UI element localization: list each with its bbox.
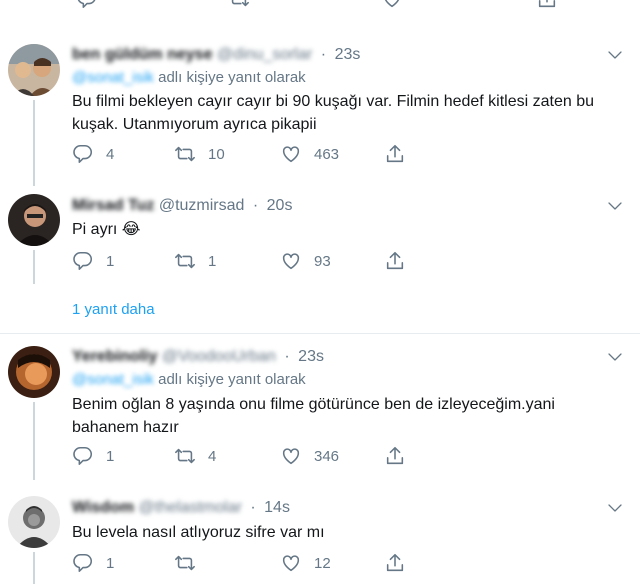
retweet-button[interactable] [174,552,208,574]
thread-line [33,100,35,186]
avatar[interactable] [8,44,60,96]
timestamp[interactable]: 20s [267,197,293,214]
retweet-icon [175,448,195,464]
tweet-header: Mirsad Tuz @tuzmirsad · 20s [72,197,293,214]
reply-icon [73,251,93,271]
retweet-button[interactable]: 4 [174,445,216,467]
retweet-count: 10 [208,145,225,163]
share-icon [386,446,404,465]
like-count: 12 [314,554,331,572]
reply-context: @sonat_isik adlı kişiye yanıt olarak [72,69,306,86]
tweet-header: ben güldüm neyse @dinu_sorlar · 23s [72,46,361,63]
reply-button[interactable]: 1 [72,552,114,574]
timestamp[interactable]: 23s [335,46,361,63]
like-icon [282,448,300,465]
retweet-icon[interactable] [228,0,250,15]
timestamp[interactable]: 14s [264,499,290,516]
author-name[interactable]: ben güldüm neyse [72,46,212,63]
share-button[interactable] [384,552,406,574]
like-button[interactable]: 93 [280,250,331,272]
retweet-count: 1 [208,252,217,270]
share-button[interactable] [384,250,406,272]
like-count: 93 [314,252,331,270]
share-icon [386,553,404,572]
reply-button[interactable]: 1 [72,250,114,272]
avatar[interactable] [8,346,60,398]
author-name[interactable]: Mirsad Tuz [72,197,154,214]
caret-down-icon[interactable] [606,348,624,366]
share-button[interactable] [384,143,406,165]
tweet-text: Bu filmi bekleyen cayır cayır bi 90 kuşa… [72,93,595,133]
tweet-actions: 1 1 93 [72,250,412,274]
thread-line [33,402,35,480]
divider [0,333,640,334]
like-icon [282,253,300,270]
reply-count: 4 [106,145,115,163]
caret-down-icon[interactable] [606,46,624,64]
reply-icon [73,553,93,573]
reply-icon [73,446,93,466]
reply-count: 1 [106,554,115,572]
retweet-button[interactable]: 10 [174,143,225,165]
avatar[interactable] [8,194,60,246]
mention-link[interactable]: @sonat_isik [72,371,154,388]
retweet-icon [175,146,195,162]
retweet-icon [175,555,195,571]
author-handle[interactable]: @thelastmolar [139,499,242,516]
reply-icon [73,144,93,164]
reply-count: 1 [106,447,115,465]
tweet-actions: 1 12 [72,552,412,576]
like-count: 346 [314,447,340,465]
share-icon[interactable] [536,0,558,15]
tweet-text: Bu levela nasıl atlıyoruz sifre var mı [72,524,325,541]
share-icon [386,251,404,270]
author-name[interactable]: Yerebinoliy [72,348,157,365]
tweet-text: Pi ayrı 😂 [72,221,141,238]
author-handle[interactable]: @dinu_sorlar [217,46,312,63]
author-name[interactable]: Wisdom [72,499,134,516]
like-button[interactable]: 463 [280,143,339,165]
timestamp[interactable]: 23s [298,348,324,365]
reply-count: 1 [106,252,115,270]
previous-tweet-actions [0,0,640,12]
retweet-button[interactable]: 1 [174,250,216,272]
like-icon [282,555,300,572]
avatar[interactable] [8,496,60,548]
like-button[interactable]: 346 [280,445,339,467]
caret-down-icon[interactable] [606,197,624,215]
share-icon [386,144,404,163]
author-handle[interactable]: @tuzmirsad [159,197,245,214]
reply-button[interactable]: 4 [72,143,114,165]
like-count: 463 [314,145,340,163]
show-more-replies-link[interactable]: 1 yanıt daha [72,301,155,318]
tweet-actions: 1 4 346 [72,445,412,469]
like-icon [282,146,300,163]
tweet-text: Benim oğlan 8 yaşında onu filme götürünc… [72,396,555,436]
mention-link[interactable]: @sonat_isik [72,69,154,86]
reply-button[interactable]: 1 [72,445,114,467]
tweet-actions: 4 10 463 [72,143,412,167]
like-button[interactable]: 12 [280,552,331,574]
retweet-icon [175,253,195,269]
caret-down-icon[interactable] [606,499,624,517]
share-button[interactable] [384,445,406,467]
tweet-header: Wisdom @thelastmolar · 14s [72,499,290,516]
retweet-count: 4 [208,447,217,465]
like-icon[interactable] [381,0,403,15]
thread-line [33,250,35,284]
reply-context: @sonat_isik adlı kişiye yanıt olarak [72,371,306,388]
tweet-header: Yerebinoliy @VoodooUrban · 23s [72,348,324,365]
reply-icon[interactable] [76,0,98,15]
thread-line [33,552,35,584]
author-handle[interactable]: @VoodooUrban [162,348,276,365]
